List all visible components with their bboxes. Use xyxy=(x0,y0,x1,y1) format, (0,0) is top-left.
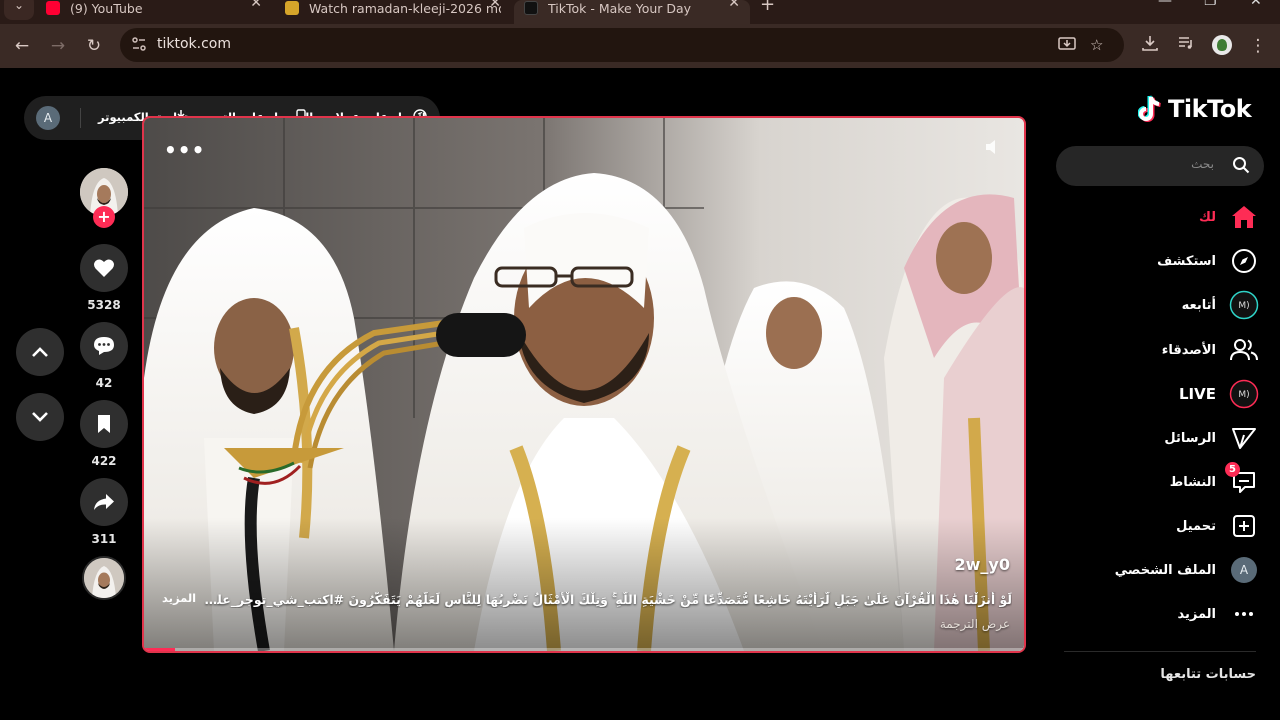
upload-icon xyxy=(1228,510,1260,542)
like-count: 5328 xyxy=(87,298,121,312)
profile-avatar-icon[interactable] xyxy=(1212,35,1232,55)
activity-icon: 5 xyxy=(1225,462,1260,498)
tab-search-button[interactable]: ⌄ xyxy=(4,0,34,20)
forward-icon[interactable]: → xyxy=(46,34,70,58)
video-caption: لَوْ أَنزَلْنَا هَٰذَا الْقُرْآنَ عَلَىٰ… xyxy=(202,592,1012,607)
sidebar-item-label: أتابعه xyxy=(1181,297,1216,313)
sidebar-item-upload[interactable]: تحميل xyxy=(1176,509,1260,543)
search-icon[interactable] xyxy=(1232,156,1250,174)
profile-avatar-letter: A xyxy=(1231,557,1257,583)
svg-text:M): M) xyxy=(1238,301,1249,311)
restore-icon[interactable]: ❐ xyxy=(1204,0,1217,9)
notification-badge: 5 xyxy=(1225,462,1240,477)
sidebar-item-messages[interactable]: الرسائل xyxy=(1164,421,1260,455)
share-button[interactable] xyxy=(80,478,128,526)
tab-title: TikTok - Make Your Day xyxy=(548,0,692,16)
tiktok-logo-icon xyxy=(1138,95,1161,122)
live-avatar-icon: M) xyxy=(1228,378,1260,410)
save-button[interactable] xyxy=(80,400,128,448)
close-tab-icon[interactable]: ✕ xyxy=(489,0,501,11)
divider xyxy=(80,108,81,128)
send-icon xyxy=(1228,422,1260,454)
sidebar-item-label: استكشف xyxy=(1157,253,1216,269)
tab-title: Watch ramadan-kleeji-2026 mo xyxy=(309,0,501,16)
volume-icon[interactable] xyxy=(984,138,1004,158)
previous-video-button[interactable] xyxy=(16,328,64,376)
logo-text: TikTok xyxy=(1168,95,1252,123)
install-app-icon[interactable] xyxy=(1058,36,1076,56)
sidebar-item-label: الأصدقاء xyxy=(1161,342,1216,358)
tiktok-logo[interactable]: TikTok xyxy=(1138,95,1252,123)
media-controls-icon[interactable] xyxy=(1174,34,1198,58)
comment-count: 42 xyxy=(95,376,113,390)
friends-icon xyxy=(1228,334,1260,366)
sidebar-item-activity[interactable]: 5 النشاط xyxy=(1169,462,1260,499)
svg-text:M): M) xyxy=(1238,390,1249,400)
sidebar-item-label: المزيد xyxy=(1177,606,1216,622)
sidebar-item-label: الملف الشخصي xyxy=(1114,562,1216,578)
tiktok-favicon-icon xyxy=(524,1,538,15)
home-icon xyxy=(1228,201,1260,233)
bookmark-star-icon[interactable]: ☆ xyxy=(1090,36,1103,54)
browser-tab-tiktok[interactable]: TikTok - Make Your Day ✕ xyxy=(514,0,750,24)
close-tab-icon[interactable]: ✕ xyxy=(728,0,740,11)
sidebar-item-live[interactable]: M) LIVE xyxy=(1179,377,1260,411)
back-icon[interactable]: ← xyxy=(10,34,34,58)
sidebar-item-following[interactable]: M) أتابعه xyxy=(1182,288,1260,322)
sidebar-item-explore[interactable]: استكشف xyxy=(1157,244,1260,278)
sidebar-item-label: لك xyxy=(1199,209,1216,225)
close-tab-icon[interactable]: ✕ xyxy=(250,0,262,11)
sidebar-item-label: تحميل xyxy=(1176,518,1216,534)
sidebar-item-profile[interactable]: A الملف الشخصي xyxy=(1115,553,1260,587)
following-avatar-icon: M) xyxy=(1228,289,1260,321)
see-translation-button[interactable]: عرض الترجمة xyxy=(940,617,1010,631)
follow-button[interactable]: + xyxy=(93,206,115,228)
video-frame xyxy=(144,118,1024,651)
sidebar-item-label: LIVE xyxy=(1179,385,1216,403)
caption-more-button[interactable]: المزيد xyxy=(162,591,196,605)
browser-tab-watch[interactable]: Watch ramadan-kleeji-2026 mo ✕ xyxy=(275,0,511,24)
video-progress-fill xyxy=(144,648,175,651)
address-bar[interactable]: tiktok.com ☆ xyxy=(120,28,1124,62)
following-accounts-heading: حسابات تتابعها xyxy=(1160,667,1256,682)
video-more-options-icon[interactable]: ••• xyxy=(164,138,205,162)
sidebar-item-label: النشاط xyxy=(1169,474,1216,490)
video-progress-bar[interactable] xyxy=(144,648,1024,651)
tiktok-page: A تطبيق الكمبيوتر الحصول على التـ... احص… xyxy=(0,68,1280,720)
browser-toolbar: ← → ↻ tiktok.com ☆ ⋮ xyxy=(0,24,1280,68)
downloads-icon[interactable] xyxy=(1138,34,1162,58)
share-count: 311 xyxy=(91,532,117,546)
sidebar-divider xyxy=(1064,651,1256,652)
sidebar-item-label: الرسائل xyxy=(1164,430,1216,446)
sidebar-item-more[interactable]: المزيد xyxy=(1177,597,1260,631)
more-icon xyxy=(1228,598,1260,630)
reload-icon[interactable]: ↻ xyxy=(82,34,106,58)
youtube-favicon-icon xyxy=(46,1,60,15)
video-player[interactable]: ••• 2w_y0 لَوْ أَنزَلْنَا هَٰذَا الْقُرْ… xyxy=(142,116,1026,653)
browser-menu-icon[interactable]: ⋮ xyxy=(1246,34,1270,58)
browser-tab-strip: ⌄ (9) YouTube ✕ Watch ramadan-kleeji-202… xyxy=(0,0,1280,24)
new-tab-button[interactable]: + xyxy=(760,0,775,15)
profile-avatar-icon: A xyxy=(1228,554,1260,586)
close-window-icon[interactable]: ✕ xyxy=(1250,0,1262,9)
user-avatar[interactable]: A xyxy=(36,106,60,130)
site-settings-icon[interactable] xyxy=(130,36,148,54)
search-placeholder: بحث xyxy=(1191,157,1214,171)
tab-title: (9) YouTube xyxy=(70,0,143,16)
save-count: 422 xyxy=(91,454,117,468)
sidebar-item-friends[interactable]: الأصدقاء xyxy=(1162,333,1260,367)
minimize-icon[interactable]: — xyxy=(1158,0,1172,9)
video-author-username[interactable]: 2w_y0 xyxy=(955,555,1010,574)
browser-tab-youtube[interactable]: (9) YouTube ✕ xyxy=(36,0,272,24)
sidebar-item-for-you[interactable]: لك xyxy=(1199,200,1260,234)
url-text: tiktok.com xyxy=(157,36,231,52)
comment-button[interactable] xyxy=(80,322,128,370)
search-input[interactable]: بحث xyxy=(1056,146,1264,186)
site-favicon-icon xyxy=(285,1,299,15)
like-button[interactable] xyxy=(80,244,128,292)
sound-disc[interactable] xyxy=(82,556,126,600)
next-video-button[interactable] xyxy=(16,393,64,441)
compass-icon xyxy=(1228,245,1260,277)
